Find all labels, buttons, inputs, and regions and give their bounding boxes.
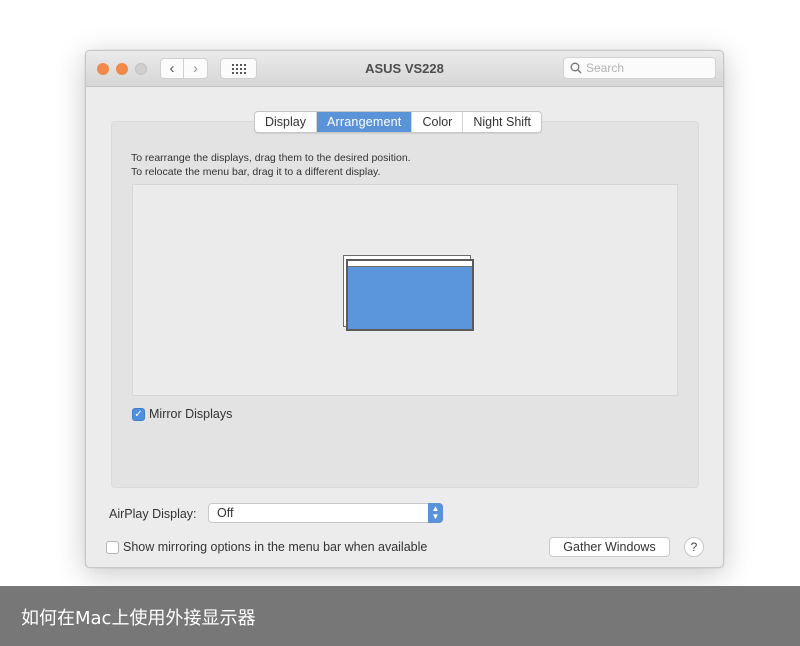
caption-text: 如何在Mac上使用外接显示器 bbox=[21, 608, 256, 629]
search-icon bbox=[570, 62, 582, 74]
mirror-displays-option[interactable]: ✓ Mirror Displays bbox=[132, 407, 232, 421]
gather-windows-button[interactable]: Gather Windows bbox=[549, 537, 670, 557]
search-field[interactable] bbox=[563, 57, 716, 79]
system-preferences-window: ‹ › ASUS VS228 Display Arrangement Color… bbox=[85, 50, 724, 568]
instruction-line-1: To rearrange the displays, drag them to … bbox=[131, 152, 411, 164]
airplay-display-select[interactable]: Off ▲ ▼ bbox=[208, 503, 443, 523]
menu-bar-indicator[interactable] bbox=[348, 261, 472, 267]
airplay-selected-value: Off bbox=[217, 506, 234, 520]
tab-color[interactable]: Color bbox=[412, 112, 464, 132]
tab-night-shift[interactable]: Night Shift bbox=[463, 112, 541, 132]
title-bar[interactable]: ‹ › ASUS VS228 bbox=[86, 51, 723, 87]
mirror-displays-label: Mirror Displays bbox=[149, 407, 233, 421]
tab-display[interactable]: Display bbox=[255, 112, 317, 132]
airplay-display-label: AirPlay Display: bbox=[109, 507, 197, 521]
instruction-line-2: To relocate the menu bar, drag it to a d… bbox=[131, 165, 381, 178]
arrangement-instructions: To rearrange the displays, drag them to … bbox=[131, 152, 411, 179]
show-mirroring-checkbox[interactable] bbox=[106, 540, 119, 554]
caption-banner: 如何在Mac上使用外接显示器 bbox=[0, 586, 800, 646]
checkmark-icon: ✓ bbox=[134, 408, 143, 420]
display-arrangement-area bbox=[132, 184, 678, 396]
help-button[interactable]: ? bbox=[684, 537, 704, 557]
show-mirroring-label: Show mirroring options in the menu bar w… bbox=[123, 540, 428, 554]
mirror-displays-checkbox[interactable]: ✓ bbox=[132, 407, 145, 421]
primary-display[interactable] bbox=[346, 259, 474, 331]
show-mirroring-option[interactable]: Show mirroring options in the menu bar w… bbox=[106, 540, 427, 554]
select-arrows-icon: ▲ ▼ bbox=[428, 503, 443, 523]
tab-bar: Display Arrangement Color Night Shift bbox=[254, 111, 543, 133]
search-input[interactable] bbox=[586, 61, 706, 75]
tab-arrangement[interactable]: Arrangement bbox=[317, 112, 413, 132]
